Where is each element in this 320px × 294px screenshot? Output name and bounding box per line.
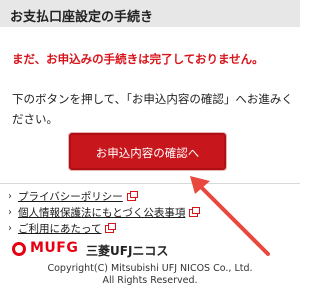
- pointer-arrow-icon: [190, 176, 270, 256]
